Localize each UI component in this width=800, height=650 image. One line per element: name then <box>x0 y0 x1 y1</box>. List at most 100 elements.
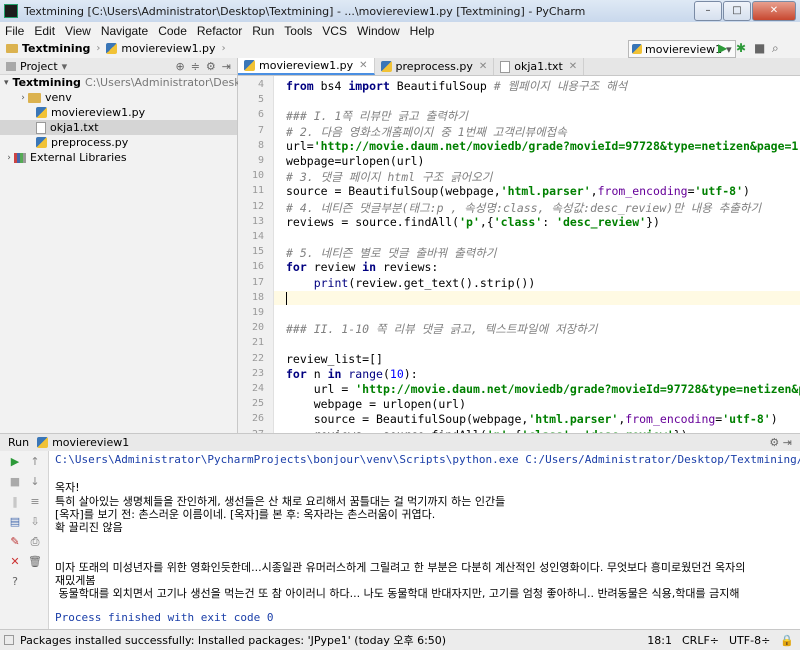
menu-help[interactable]: Help <box>405 24 440 38</box>
scroll-end-icon[interactable]: ⇩ <box>28 515 42 529</box>
trash-icon[interactable]: 🗑 <box>28 555 42 569</box>
stop-icon[interactable]: ■ <box>754 41 765 55</box>
menu-view[interactable]: View <box>60 24 96 38</box>
breadcrumb-file[interactable]: moviereview1.py › <box>106 42 226 55</box>
search-icon[interactable]: ⌕ <box>772 41 779 56</box>
line-separator[interactable]: CRLF÷ <box>682 634 719 647</box>
folder-icon <box>28 92 41 103</box>
status-message[interactable]: Packages installed successfully: Install… <box>20 632 446 648</box>
chevron-right-icon: › <box>221 43 226 54</box>
code-line[interactable]: ### I. 1쪽 리뷰만 긁고 출력하기 <box>286 108 468 124</box>
code-line[interactable]: review_list=[] <box>286 352 383 366</box>
code-line[interactable]: source = BeautifulSoup(webpage,'html.par… <box>286 412 778 426</box>
stop-icon[interactable]: ■ <box>8 475 22 489</box>
tool-windows-icon[interactable] <box>4 635 14 645</box>
file-encoding[interactable]: UTF-8÷ <box>729 634 770 647</box>
code-line[interactable]: webpage = urlopen(url) <box>286 397 466 411</box>
status-bar: Packages installed successfully: Install… <box>0 629 800 650</box>
code-line[interactable]: ### II. 1-10 쪽 리뷰 댓글 긁고, 텍스트파일에 저장하기 <box>286 321 597 337</box>
minimize-button[interactable]: – <box>694 1 722 21</box>
tab-okja1[interactable]: okja1.txt ✕ <box>494 58 585 75</box>
line-number: 16 <box>251 261 264 273</box>
run-tab-label[interactable]: moviereview1 <box>52 436 129 449</box>
python-file-icon <box>380 61 392 72</box>
tree-item-textmining[interactable]: ▾ Textmining C:\Users\Administrator\Desk… <box>0 75 285 90</box>
code-line[interactable]: # 3. 댓글 페이지 html 구조 긁어오기 <box>286 169 492 185</box>
run-panel-title: Run <box>8 436 30 449</box>
caret-position[interactable]: 18:1 <box>647 634 672 647</box>
menu-tools[interactable]: Tools <box>279 24 317 38</box>
breadcrumb-project[interactable]: Textmining › <box>6 42 100 55</box>
tab-preprocess[interactable]: preprocess.py ✕ <box>375 58 495 75</box>
project-view-selector[interactable]: Project <box>20 60 58 73</box>
menu-refactor[interactable]: Refactor <box>192 24 247 38</box>
code-line[interactable]: print(review.get_text().strip()) <box>286 276 536 290</box>
library-icon <box>14 152 26 163</box>
gear-icon[interactable]: ⚙ <box>206 60 216 73</box>
project-panel: Project ▾ ⊕ ≑ ⚙ ⇥ ▾ Textmining C:\Users\… <box>0 58 285 433</box>
code-line[interactable]: source = BeautifulSoup(webpage,'html.par… <box>286 184 750 198</box>
scroll-up-icon[interactable]: ↑ <box>28 455 42 469</box>
chevron-down-icon[interactable]: ▾ <box>62 60 68 73</box>
code-line[interactable]: for review in reviews: <box>286 260 438 274</box>
scroll-down-icon[interactable]: ↓ <box>28 475 42 489</box>
close-run-icon[interactable]: ✕ <box>8 555 22 569</box>
code-line[interactable]: url='http://movie.daum.net/moviedb/grade… <box>286 139 800 153</box>
menu-edit[interactable]: Edit <box>29 24 60 38</box>
python-file-icon <box>37 437 49 448</box>
menu-vcs[interactable]: VCS <box>317 24 352 38</box>
code-line[interactable]: for n in range(10): <box>286 367 418 381</box>
maximize-button[interactable]: □ <box>723 1 751 21</box>
run-panel-header: Run moviereview1 ⚙ ⇥ <box>0 433 800 452</box>
menu-code[interactable]: Code <box>153 24 192 38</box>
soft-wrap-icon[interactable]: ≡ <box>28 495 42 509</box>
hide-icon[interactable]: ⇥ <box>222 60 231 73</box>
code-line[interactable]: # 2. 다음 영화소개홈페이지 중 1번째 고객리뷰에접속 <box>286 124 567 140</box>
chevron-right-icon[interactable]: › <box>4 153 14 163</box>
code-line[interactable]: url = 'http://movie.daum.net/moviedb/gra… <box>286 382 800 396</box>
tree-item-okja1[interactable]: okja1.txt <box>0 120 237 135</box>
lock-icon[interactable]: 🔒 <box>780 634 794 647</box>
close-tab-icon[interactable]: ✕ <box>359 60 367 71</box>
close-tab-icon[interactable]: ✕ <box>479 61 487 72</box>
tree-item-moviereview1[interactable]: moviereview1.py <box>0 105 237 120</box>
collapse-icon[interactable]: ≑ <box>191 60 200 73</box>
line-number-gutter: 4 5 6 7 8 9 10 11 12 13 14 15 16 17 18 19 20 21 22 23 24 25 26… <box>238 76 274 440</box>
restore-layout-icon[interactable]: ▤ <box>8 515 22 529</box>
python-file-icon <box>106 43 118 54</box>
menu-file[interactable]: File <box>0 24 29 38</box>
console-line: C:\Users\Administrator\PycharmProjects\b… <box>55 453 800 466</box>
menu-window[interactable]: Window <box>352 24 405 38</box>
code-editor[interactable]: from bs4 import BeautifulSoup # 웹페이지 내용구… <box>274 76 800 433</box>
chevron-right-icon[interactable]: › <box>18 93 28 103</box>
debug-icon[interactable]: ✱ <box>736 41 746 55</box>
code-line[interactable]: # 5. 네티즌 별로 댓글 출바꿔 출력하기 <box>286 245 496 261</box>
line-number: 14 <box>251 231 264 242</box>
menu-navigate[interactable]: Navigate <box>96 24 153 38</box>
line-number: 6 <box>257 109 264 121</box>
close-tab-icon[interactable]: ✕ <box>569 61 577 72</box>
gear-icon[interactable]: ⚙ ⇥ <box>769 436 792 449</box>
rerun-icon[interactable]: ▶ <box>8 455 22 469</box>
tree-item-preprocess[interactable]: preprocess.py <box>0 135 237 150</box>
close-button[interactable]: ✕ <box>752 1 796 21</box>
tree-item-external-libraries[interactable]: › External Libraries <box>0 150 237 165</box>
chevron-down-icon[interactable]: ▾ <box>4 78 9 88</box>
pin-icon[interactable]: ✎ <box>8 535 22 549</box>
pycharm-app-icon <box>4 4 18 18</box>
help-icon[interactable]: ? <box>8 575 22 589</box>
code-line[interactable]: reviews = source.findAll('p',{'class': '… <box>286 215 660 229</box>
console-line: 미자 또래의 미성년자를 위한 영화인듯한데...시종일관 유머러스하게 그릴려… <box>55 560 746 574</box>
code-line[interactable]: from bs4 import BeautifulSoup # 웹페이지 내용구… <box>286 78 627 94</box>
code-line[interactable]: # 4. 네티즌 댓글부분(태그:p , 속성명:class, 속성값:desc… <box>286 200 761 216</box>
line-number: 18 <box>251 291 264 303</box>
pause-icon[interactable]: ‖ <box>8 495 22 509</box>
tree-item-venv[interactable]: › venv <box>0 90 237 105</box>
tab-moviereview1[interactable]: moviereview1.py ✕ <box>238 58 375 75</box>
run-icon[interactable]: ▶ <box>718 41 727 55</box>
run-console[interactable]: C:\Users\Administrator\PycharmProjects\b… <box>49 451 800 629</box>
code-line[interactable]: webpage=urlopen(url) <box>286 154 424 168</box>
menu-run[interactable]: Run <box>247 24 279 38</box>
print-icon[interactable]: ⎙ <box>28 535 42 549</box>
locate-icon[interactable]: ⊕ <box>175 60 184 73</box>
